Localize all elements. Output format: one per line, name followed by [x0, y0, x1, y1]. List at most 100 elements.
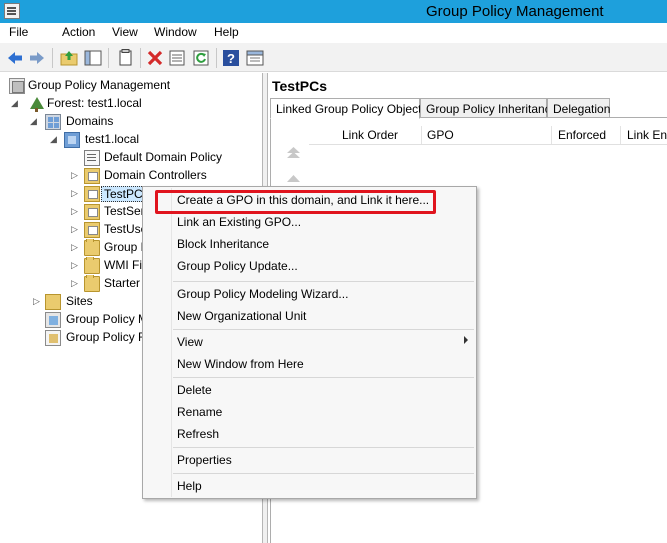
tree-domains[interactable]: ◢ Domains	[30, 113, 250, 131]
submenu-arrow-icon	[464, 336, 468, 344]
tree-label: Domains	[66, 114, 114, 128]
tree-label: Sites	[66, 294, 93, 308]
tab-linked-gpos[interactable]: Linked Group Policy Objects	[270, 98, 427, 119]
menu-item-new-window[interactable]: New Window from Here	[143, 353, 476, 375]
collapsed-arrow-icon[interactable]: ▷	[71, 261, 80, 270]
menu-item-new-ou[interactable]: New Organizational Unit	[143, 305, 476, 327]
tree-item-gp-results[interactable]: Group Policy R	[30, 329, 142, 347]
menu-file[interactable]: File	[9, 25, 28, 39]
folder-icon	[84, 257, 100, 274]
tree-item-domain-controllers[interactable]: ▷ Domain Controllers	[68, 167, 258, 185]
menu-item-view[interactable]: View	[143, 331, 476, 353]
menu-item-label: Properties	[177, 453, 232, 467]
menu-bar: File Action View Window Help	[0, 23, 667, 43]
expanded-arrow-icon[interactable]: ◢	[30, 117, 39, 126]
collapsed-arrow-icon[interactable]: ▷	[71, 189, 80, 198]
back-arrow-icon[interactable]	[6, 49, 24, 67]
menu-item-label: Refresh	[177, 427, 220, 441]
menu-item-block-inheritance[interactable]: Block Inheritance	[143, 233, 476, 255]
menu-item-properties[interactable]: Properties	[143, 449, 476, 471]
menu-separator	[173, 447, 474, 448]
menu-window[interactable]: Window	[154, 25, 197, 39]
menu-item-link-existing-gpo[interactable]: Link an Existing GPO...	[143, 211, 476, 233]
collapsed-arrow-icon[interactable]: ▷	[71, 243, 80, 252]
menu-item-label: Group Policy Modeling Wizard...	[177, 287, 349, 301]
tree-label: TestSer	[104, 204, 142, 218]
expanded-arrow-icon[interactable]: ◢	[50, 135, 59, 144]
menu-separator	[173, 377, 474, 378]
tree-item-gp-modeling[interactable]: Group Policy M	[30, 311, 142, 329]
menu-view[interactable]: View	[112, 25, 138, 39]
help-icon[interactable]: ?	[222, 49, 240, 67]
tree-item-testservers[interactable]: ▷ TestSer	[68, 203, 142, 221]
tree-label: test1.local	[85, 132, 140, 146]
tab-delegation[interactable]: Delegation	[547, 98, 610, 118]
move-link-up-icon[interactable]	[285, 146, 302, 161]
move-link-top-icon[interactable]	[285, 172, 302, 187]
tree-item-wmi-filters[interactable]: ▷ WMI Fi	[68, 257, 142, 275]
collapsed-arrow-icon[interactable]: ▷	[71, 279, 80, 288]
menu-item-help[interactable]: Help	[143, 475, 476, 497]
grid-header: Link Order GPO Enforced Link Ena	[309, 126, 667, 145]
toolbar-separator	[52, 48, 53, 68]
menu-item-modeling-wizard[interactable]: Group Policy Modeling Wizard...	[143, 283, 476, 305]
column-link-order[interactable]: Link Order	[342, 128, 398, 142]
refresh-icon[interactable]	[192, 49, 210, 67]
menu-item-label: Help	[177, 479, 202, 493]
tree-label: Group Policy R	[66, 330, 142, 344]
tree-forest[interactable]: ◢ Forest: test1.local	[11, 95, 251, 113]
window-title: Group Policy Management	[426, 3, 604, 20]
menu-separator	[173, 329, 474, 330]
forest-icon	[29, 96, 45, 112]
toolbar-separator	[108, 48, 109, 68]
delete-icon[interactable]	[146, 49, 164, 67]
collapsed-arrow-icon[interactable]: ▷	[33, 297, 42, 306]
collapsed-arrow-icon[interactable]: ▷	[71, 171, 80, 180]
menu-help[interactable]: Help	[214, 25, 239, 39]
tree-domain[interactable]: ◢ test1.local	[50, 131, 250, 149]
tree-label: Forest: test1.local	[47, 96, 142, 110]
column-link-enabled[interactable]: Link Ena	[627, 128, 667, 142]
svg-text:?: ?	[227, 51, 235, 66]
collapsed-arrow-icon[interactable]: ▷	[71, 225, 80, 234]
tree-item-starter-gpos[interactable]: ▷ Starter	[68, 275, 142, 293]
tree-item-testusers[interactable]: ▷ TestUse	[68, 221, 142, 239]
menu-item-label: Rename	[177, 405, 223, 419]
menu-item-label: New Window from Here	[177, 357, 304, 371]
menu-item-delete[interactable]: Delete	[143, 379, 476, 401]
tree-label: Starter	[104, 276, 141, 290]
menu-item-refresh[interactable]: Refresh	[143, 423, 476, 445]
up-folder-icon[interactable]	[60, 49, 78, 67]
title-bar: Group Policy Management	[0, 0, 667, 23]
results-icon	[45, 330, 61, 346]
forward-arrow-icon[interactable]	[28, 49, 46, 67]
export-list-icon[interactable]	[246, 49, 264, 67]
menu-item-rename[interactable]: Rename	[143, 401, 476, 423]
column-gpo[interactable]: GPO	[427, 128, 454, 142]
context-menu: Create a GPO in this domain, and Link it…	[142, 186, 477, 499]
copy-icon[interactable]	[116, 49, 134, 67]
column-divider[interactable]	[421, 126, 422, 144]
tab-gp-inheritance[interactable]: Group Policy Inheritance	[420, 98, 557, 118]
tree-item-group-policy-objects[interactable]: ▷ Group P	[68, 239, 142, 257]
ou-icon	[84, 186, 100, 202]
menu-separator	[173, 281, 474, 282]
gpmc-window-icon[interactable]	[4, 3, 20, 19]
collapsed-arrow-icon[interactable]: ▷	[71, 207, 80, 216]
properties-icon[interactable]	[168, 49, 186, 67]
column-divider[interactable]	[551, 126, 552, 144]
tree-label: Group P	[104, 240, 142, 254]
menu-action[interactable]: Action	[62, 25, 95, 39]
show-hide-tree-icon[interactable]	[84, 49, 102, 67]
column-divider[interactable]	[620, 126, 621, 144]
menu-item-group-policy-update[interactable]: Group Policy Update...	[143, 255, 476, 277]
expanded-arrow-icon[interactable]: ◢	[11, 99, 20, 108]
sites-icon	[45, 294, 61, 310]
menu-item-label: Group Policy Update...	[177, 259, 298, 273]
tree-item-default-domain-policy[interactable]: Default Domain Policy	[68, 149, 258, 167]
tree-root[interactable]: Group Policy Management	[6, 77, 256, 95]
tree-item-sites[interactable]: ▷ Sites	[30, 293, 142, 311]
domains-icon	[45, 114, 61, 130]
tree-label: Group Policy M	[66, 312, 142, 326]
column-enforced[interactable]: Enforced	[558, 128, 606, 142]
